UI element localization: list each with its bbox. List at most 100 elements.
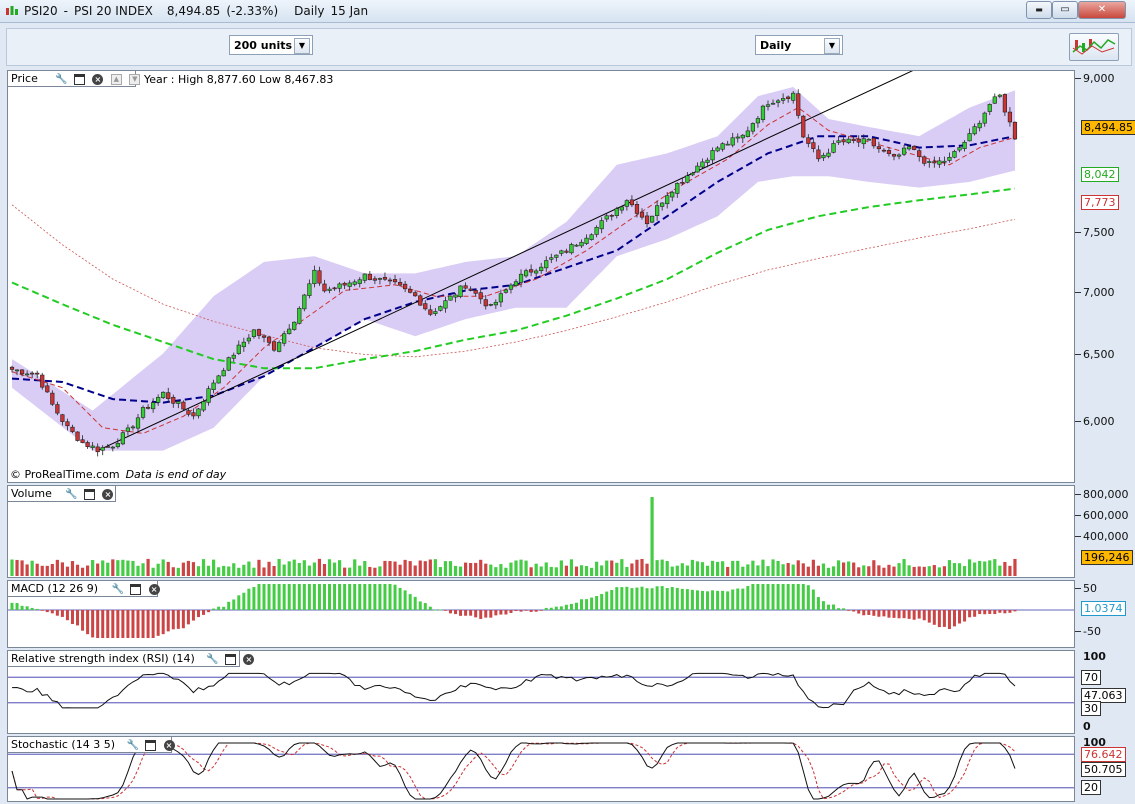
macd-bar: [746, 586, 750, 610]
macd-bar: [232, 599, 236, 610]
macd-bar: [292, 584, 296, 610]
volume-bar: [922, 566, 926, 576]
macd-bar: [383, 584, 387, 610]
wrench-icon[interactable]: 🔧: [55, 74, 67, 85]
volume-bar: [816, 565, 820, 576]
volume-bar: [181, 562, 185, 576]
move-down-icon[interactable]: ▼: [129, 73, 141, 85]
candle-body: [216, 375, 221, 384]
close-icon[interactable]: ×: [102, 488, 114, 500]
wrench-icon[interactable]: 🔧: [206, 654, 218, 665]
volume-bar: [101, 560, 105, 576]
minimize-button[interactable]: ▬: [1026, 1, 1052, 19]
volume-bar: [146, 558, 150, 576]
candle-body: [599, 220, 604, 230]
candle-body: [226, 357, 231, 371]
candle-body: [927, 161, 932, 163]
candle-body: [458, 285, 463, 297]
macd-bar: [277, 584, 281, 610]
candle-body: [695, 165, 700, 173]
volume-bar: [40, 565, 44, 576]
chart-settings-button[interactable]: [1069, 33, 1119, 61]
volume-bar: [464, 562, 468, 576]
macd-bar: [50, 610, 54, 614]
volume-bar: [408, 561, 412, 576]
volume-bar: [857, 567, 861, 576]
macd-bar: [700, 590, 704, 610]
close-icon[interactable]: ×: [148, 583, 160, 595]
macd-bar: [635, 587, 639, 610]
maximize-button[interactable]: ▭: [1052, 1, 1078, 19]
volume-bar: [625, 566, 629, 576]
candle-body: [665, 195, 670, 205]
window-icon[interactable]: [224, 653, 236, 665]
candle-body: [579, 241, 584, 247]
candle-body: [518, 273, 524, 283]
window-icon[interactable]: [130, 583, 142, 595]
volume-bar: [831, 566, 836, 576]
candle-body: [886, 150, 892, 154]
candle-body: [997, 94, 1002, 97]
candle-body: [413, 292, 418, 297]
wrench-icon[interactable]: 🔧: [112, 584, 124, 595]
candle-body: [529, 269, 534, 273]
close-button[interactable]: ✕: [1078, 1, 1126, 19]
candle-body: [428, 309, 433, 315]
macd-bar: [640, 586, 644, 610]
macd-bar: [847, 610, 851, 611]
volume-bar: [292, 559, 296, 576]
volume-bar: [549, 566, 553, 576]
volume-bar: [91, 560, 95, 576]
window-icon[interactable]: [73, 73, 85, 85]
candle-body: [967, 133, 972, 142]
macd-bar: [418, 601, 422, 610]
close-icon[interactable]: ×: [243, 653, 255, 665]
window-icon[interactable]: [83, 488, 95, 500]
macd-bar: [227, 601, 231, 610]
volume-bar: [317, 558, 322, 576]
move-up-icon[interactable]: ▲: [110, 73, 122, 85]
volume-bar: [171, 567, 175, 576]
candle-body: [75, 431, 80, 441]
wrench-icon[interactable]: 🔧: [65, 489, 77, 500]
macd-bar: [469, 610, 473, 616]
volume-bar: [710, 560, 715, 576]
volume-bar: [191, 562, 196, 576]
close-icon[interactable]: ×: [92, 73, 104, 85]
volume-bar: [423, 561, 427, 576]
macd-bar: [433, 609, 437, 611]
macd-bar: [670, 587, 674, 610]
axis-label: 50: [1083, 582, 1097, 595]
volume-bar: [30, 560, 34, 576]
candle-body: [135, 417, 141, 429]
candle-body: [952, 151, 957, 158]
close-icon[interactable]: ×: [163, 739, 175, 751]
macd-bar: [459, 610, 463, 616]
data-note: Data is end of day: [125, 468, 227, 481]
units-select[interactable]: 200 units ▼: [229, 35, 313, 55]
window-icon[interactable]: [145, 739, 157, 751]
candle-body: [755, 118, 761, 124]
candle-body: [992, 96, 997, 104]
macd-bar: [161, 610, 165, 635]
candle-body: [619, 206, 624, 211]
price-axis: 9,000 8,494.85 8,042 7,773 7,500 7,000 6…: [1075, 70, 1135, 483]
candle-body: [720, 143, 725, 150]
candle-body: [660, 202, 665, 207]
candle-body: [125, 427, 131, 432]
volume-bar: [75, 564, 80, 576]
volume-bar: [796, 560, 800, 576]
macd-bar: [116, 610, 120, 638]
axis-label: 600,000: [1083, 509, 1129, 522]
candle-body: [307, 283, 312, 296]
candle-body: [337, 283, 342, 289]
period-select[interactable]: Daily ▼: [755, 35, 843, 55]
volume-bar: [378, 566, 382, 576]
axis-label: -50: [1083, 625, 1101, 638]
macd-bar: [111, 610, 115, 638]
wrench-icon[interactable]: 🔧: [127, 740, 139, 751]
candle-body: [781, 98, 786, 101]
macd-bar: [156, 610, 160, 636]
macd-bar: [559, 606, 563, 610]
volume-bar: [453, 565, 458, 576]
